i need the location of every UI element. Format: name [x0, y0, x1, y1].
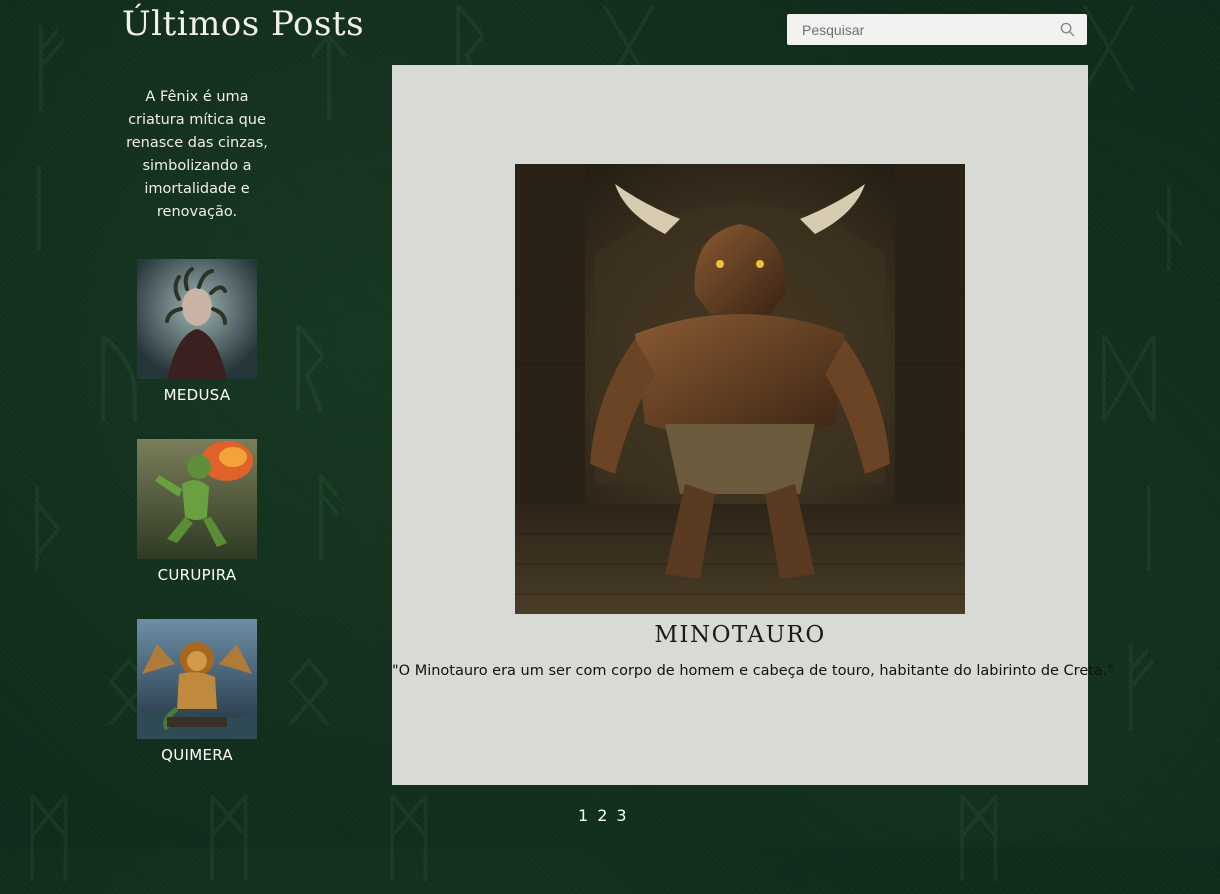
post-label-quimera[interactable]: QUIMERA	[137, 746, 257, 764]
sidebar-intro: A Fênix é uma criatura mítica que renasc…	[126, 89, 268, 220]
curupira-thumbnail[interactable]	[137, 439, 257, 559]
page-title: Últimos Posts	[122, 4, 365, 44]
quimera-thumbnail[interactable]	[137, 619, 257, 739]
pagination: 1 2 3	[578, 806, 627, 825]
post-card-quimera[interactable]: QUIMERA	[137, 619, 257, 764]
medusa-thumbnail[interactable]	[137, 259, 257, 379]
post-label-curupira[interactable]: CURUPIRA	[137, 566, 257, 584]
page-link-1[interactable]: 1	[578, 806, 588, 825]
search-icon[interactable]	[1060, 22, 1075, 37]
post-label-medusa[interactable]: MEDUSA	[137, 386, 257, 404]
page-link-2[interactable]: 2	[597, 806, 607, 825]
featured-post-quote: "O Minotauro era um ser com corpo de hom…	[392, 663, 1115, 679]
post-card-curupira[interactable]: CURUPIRA	[137, 439, 257, 584]
search-bar[interactable]	[787, 14, 1087, 45]
page-link-3[interactable]: 3	[616, 806, 626, 825]
post-card-medusa[interactable]: MEDUSA	[137, 259, 257, 404]
minotauro-image[interactable]	[515, 164, 965, 614]
featured-post-title[interactable]: MINOTAURO	[392, 622, 1088, 648]
search-input[interactable]	[787, 14, 1047, 45]
featured-post-card: MINOTAURO "O Minotauro era um ser com co…	[392, 65, 1115, 785]
